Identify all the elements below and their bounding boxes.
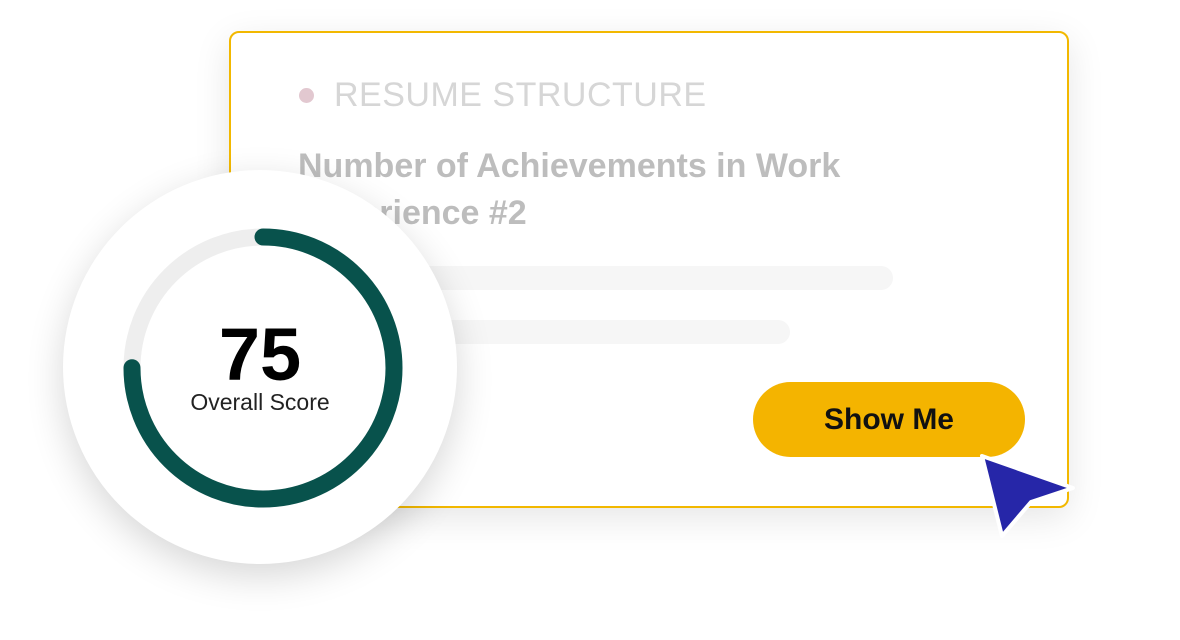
show-me-button[interactable]: Show Me xyxy=(753,382,1025,457)
cursor-pointer-icon xyxy=(980,454,1075,538)
dot-icon xyxy=(299,88,314,103)
overall-score-widget: 75 Overall Score xyxy=(63,170,457,564)
category-label: RESUME STRUCTURE xyxy=(334,76,707,114)
score-value: 75 xyxy=(218,313,302,396)
score-label: Overall Score xyxy=(190,389,330,415)
